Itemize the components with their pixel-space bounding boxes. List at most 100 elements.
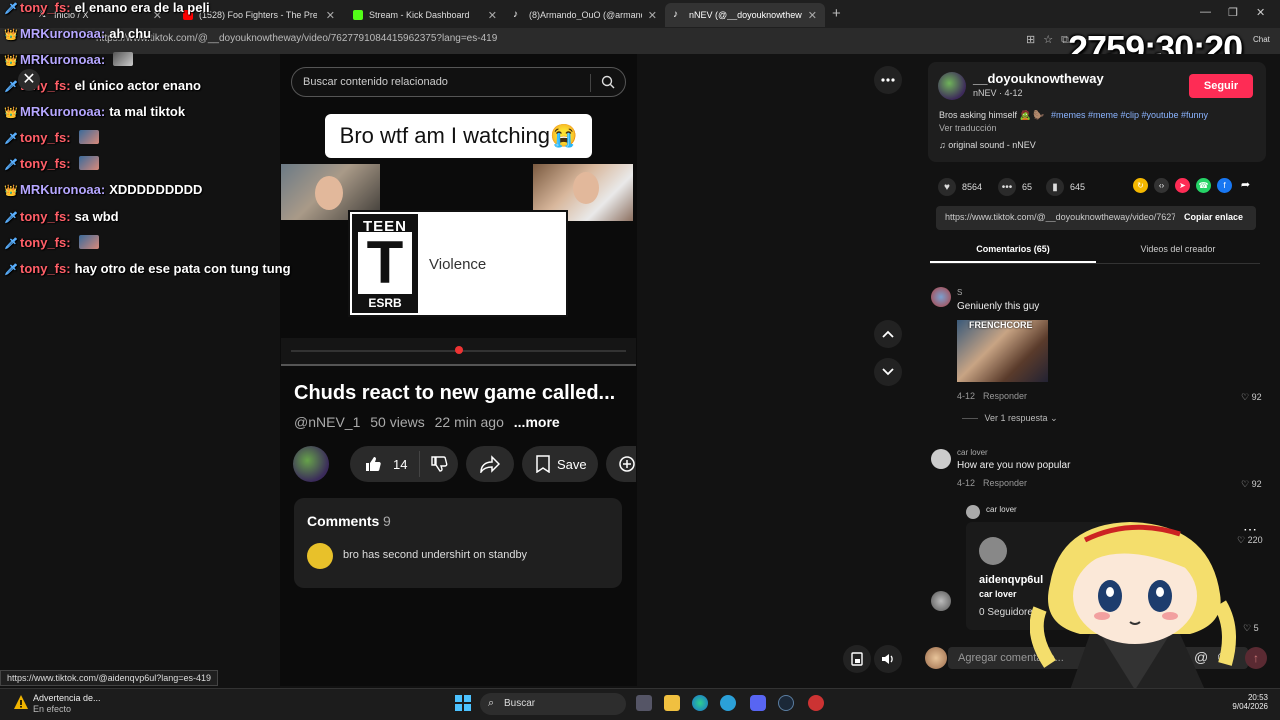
remix-button[interactable] bbox=[606, 446, 636, 482]
commenter-avatar[interactable] bbox=[966, 505, 980, 519]
channel-avatar[interactable] bbox=[293, 446, 329, 482]
share-arrow-icon[interactable]: ➦ bbox=[1238, 178, 1253, 193]
translate-link[interactable]: Ver traducción bbox=[939, 123, 997, 133]
app-icon[interactable] bbox=[808, 695, 824, 711]
share-button[interactable] bbox=[466, 446, 514, 482]
taskbar-search[interactable]: ⌕ Buscar bbox=[480, 693, 626, 715]
commenter-avatar[interactable] bbox=[931, 449, 951, 469]
more-options-button[interactable] bbox=[874, 66, 902, 94]
reply-button[interactable]: Responder bbox=[983, 391, 1027, 401]
chat-message: 🗡 tony_fs: bbox=[4, 130, 99, 145]
save-stat[interactable]: ▮ 645 bbox=[1046, 178, 1085, 196]
chat-username[interactable]: tony_fs: bbox=[20, 130, 71, 145]
search-icon[interactable] bbox=[601, 75, 615, 94]
edge-icon[interactable] bbox=[692, 695, 708, 711]
comment-stat[interactable]: ••• 65 bbox=[998, 178, 1032, 196]
commenter-name[interactable]: car lover bbox=[957, 448, 988, 457]
embedded-player-bar[interactable] bbox=[281, 338, 636, 366]
previous-video-button[interactable] bbox=[874, 320, 902, 348]
comments-count: 9 bbox=[383, 513, 391, 529]
view-replies[interactable]: Ver 1 respuesta ⌄ bbox=[962, 413, 1058, 424]
chat-username[interactable]: tony_fs: bbox=[20, 209, 71, 224]
follow-button[interactable]: Seguir bbox=[1189, 74, 1253, 98]
discord-icon[interactable] bbox=[750, 695, 766, 711]
like-stat[interactable]: ♥ 8564 bbox=[938, 178, 982, 196]
chat-username[interactable]: MRKuronoaa: bbox=[20, 52, 105, 67]
reply-button[interactable]: Responder bbox=[983, 478, 1027, 488]
thumbs-down-icon[interactable] bbox=[430, 455, 448, 478]
repost-icon[interactable]: ↻ bbox=[1133, 178, 1148, 193]
chat-label[interactable]: Chat bbox=[1253, 35, 1270, 44]
system-clock[interactable]: 20:53 9/04/2026 bbox=[1222, 693, 1268, 711]
channel-handle[interactable]: @nNEV_1 bbox=[294, 414, 360, 430]
floating-player-button[interactable] bbox=[843, 645, 871, 673]
save-button[interactable]: Save bbox=[522, 446, 598, 482]
post-comment-button[interactable]: ↑ bbox=[1245, 647, 1267, 669]
comment-like[interactable]: ♡ 5 bbox=[1243, 623, 1259, 634]
profile-avatar[interactable] bbox=[979, 537, 1007, 565]
close-tab-icon[interactable]: ✕ bbox=[320, 9, 335, 22]
creator-username[interactable]: __doyouknowtheway bbox=[973, 71, 1104, 86]
task-view-icon[interactable] bbox=[636, 695, 652, 711]
start-button[interactable] bbox=[455, 695, 471, 711]
video-link[interactable]: https://www.tiktok.com/@__doyouknowthewa… bbox=[945, 212, 1175, 222]
comment-like[interactable]: ♡ 220 bbox=[1237, 535, 1263, 546]
tab-comments[interactable]: Comentarios (65) bbox=[930, 244, 1096, 254]
chat-username[interactable]: tony_fs: bbox=[20, 235, 71, 250]
whatsapp-icon[interactable]: ☎ bbox=[1196, 178, 1211, 193]
close-button[interactable]: ✕ bbox=[18, 69, 40, 91]
play-dot[interactable] bbox=[455, 346, 463, 354]
tab-tiktok-armando[interactable]: ♪ (8)Armando_OuO (@armando_ouo) ✕ bbox=[505, 3, 665, 27]
chat-username[interactable]: tony_fs: bbox=[20, 156, 71, 171]
new-tab-button[interactable]: + bbox=[832, 5, 841, 22]
commenter-name[interactable]: S bbox=[957, 288, 962, 297]
copy-link-button[interactable]: Copiar enlace bbox=[1184, 212, 1243, 222]
file-explorer-icon[interactable] bbox=[664, 695, 680, 711]
tab-creator-videos[interactable]: Videos del creador bbox=[1096, 244, 1260, 254]
notification-widget[interactable]: Advertencia de... En efecto bbox=[33, 693, 101, 714]
comments-preview[interactable]: Comments 9 bro has second undershirt on … bbox=[294, 498, 622, 588]
close-window-button[interactable]: ✕ bbox=[1256, 6, 1265, 19]
creator-avatar[interactable] bbox=[938, 72, 966, 100]
description-text: Bros asking himself 🧟 🦫 bbox=[939, 110, 1045, 120]
url-field[interactable]: https://www.tiktok.com/@__doyouknowthewa… bbox=[96, 33, 497, 44]
thumbs-up-icon[interactable] bbox=[364, 455, 382, 478]
comment-like[interactable]: ♡ 92 bbox=[1241, 479, 1262, 490]
comments-heading: Comments bbox=[307, 513, 380, 529]
volume-button[interactable] bbox=[874, 645, 902, 673]
close-tab-icon[interactable]: ✕ bbox=[482, 9, 497, 22]
embed-icon[interactable]: ‹› bbox=[1154, 178, 1169, 193]
chat-username[interactable]: MRKuronoaa: bbox=[20, 104, 105, 119]
comment-image[interactable]: FRENCHCORE bbox=[957, 320, 1048, 382]
bookmark-icon bbox=[536, 455, 550, 478]
browser-icon[interactable] bbox=[720, 695, 736, 711]
chat-username[interactable]: tony_fs: bbox=[20, 261, 71, 276]
sound-link[interactable]: ♫ original sound - nNEV bbox=[939, 140, 1036, 150]
maximize-button[interactable]: ❐ bbox=[1228, 6, 1238, 19]
send-icon[interactable]: ➤ bbox=[1175, 178, 1190, 193]
chat-username[interactable]: tony_fs: bbox=[20, 0, 71, 15]
tiktok-icon: ♪ bbox=[673, 9, 678, 20]
video-link-box: https://www.tiktok.com/@__doyouknowthewa… bbox=[936, 206, 1256, 230]
commenter-avatar[interactable] bbox=[931, 591, 951, 611]
tab-kick[interactable]: Stream - Kick Dashboard ✕ bbox=[345, 3, 505, 27]
face bbox=[573, 172, 599, 204]
commenter-avatar[interactable] bbox=[931, 287, 951, 307]
steam-icon[interactable] bbox=[778, 695, 794, 711]
close-tab-icon[interactable]: ✕ bbox=[642, 9, 657, 22]
taskbar-search-label: Buscar bbox=[504, 698, 536, 709]
commenter-name[interactable]: car lover bbox=[986, 505, 1017, 514]
upload-age: 22 min ago bbox=[434, 414, 504, 430]
minimize-button[interactable]: — bbox=[1200, 6, 1211, 18]
close-tab-icon[interactable]: ✕ bbox=[802, 9, 817, 22]
more-link[interactable]: ...more bbox=[514, 414, 560, 430]
chat-username[interactable]: MRKuronoaa: bbox=[20, 182, 105, 197]
divider bbox=[590, 74, 591, 92]
comment-like[interactable]: ♡ 92 bbox=[1241, 392, 1262, 403]
tab-tiktok-nnev[interactable]: ♪ nNEV (@__doyouknowtheway) ✕ bbox=[665, 3, 825, 27]
chat-username[interactable]: MRKuronoaa: bbox=[20, 26, 105, 41]
next-video-button[interactable] bbox=[874, 358, 902, 386]
related-search-input[interactable]: Buscar contenido relacionado bbox=[291, 67, 626, 97]
facebook-icon[interactable]: f bbox=[1217, 178, 1232, 193]
hashtags[interactable]: #memes #meme #clip #youtube #funny bbox=[1051, 110, 1208, 120]
